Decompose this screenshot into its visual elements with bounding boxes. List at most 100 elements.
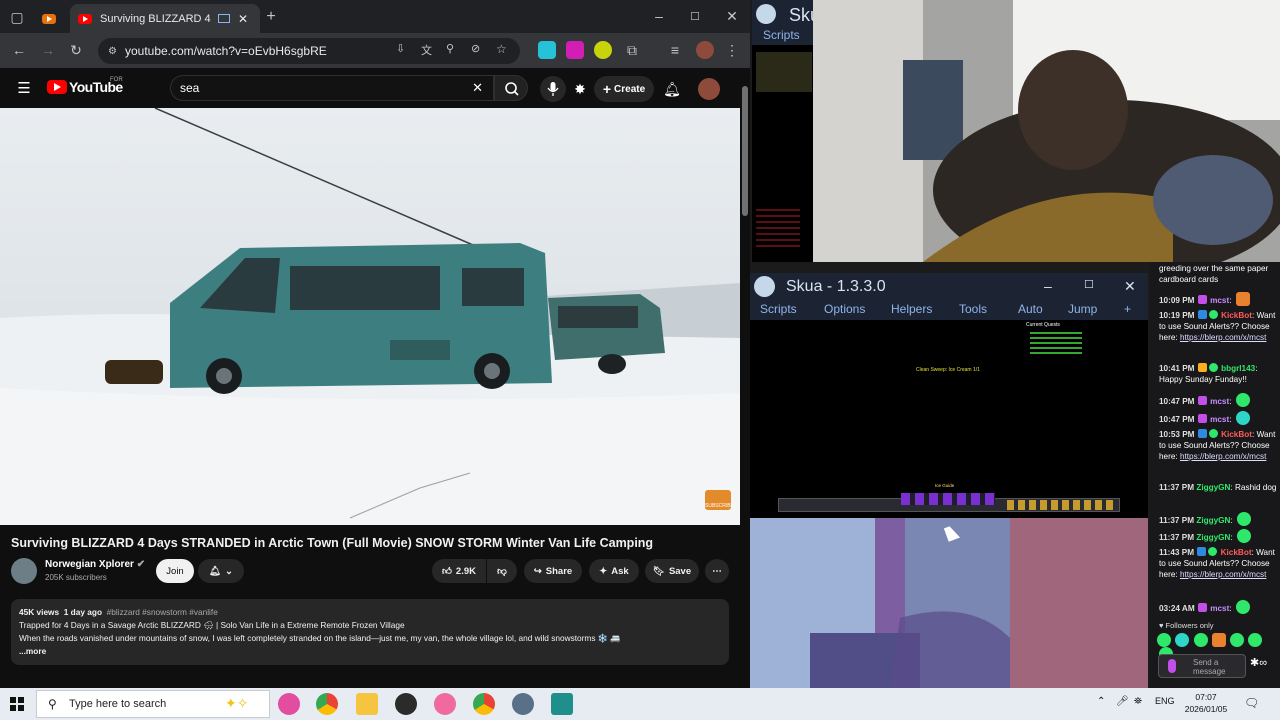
- skill-bar[interactable]: [901, 493, 995, 505]
- ai-sparkle-icon[interactable]: ✸: [571, 80, 589, 98]
- extension-1-icon[interactable]: [538, 41, 556, 59]
- profile-avatar[interactable]: [696, 41, 714, 59]
- scroll-thumb[interactable]: [742, 86, 748, 216]
- page-scrollbar[interactable]: [740, 68, 750, 688]
- item-bar[interactable]: [1007, 500, 1117, 510]
- emote-5-icon[interactable]: [1230, 633, 1245, 647]
- back-icon[interactable]: ←: [9, 41, 29, 59]
- like-button[interactable]: 👍︎ 2.9K: [432, 559, 486, 583]
- language-indicator[interactable]: ENG: [1155, 696, 1175, 706]
- obs-icon[interactable]: [395, 693, 417, 715]
- browser-menu-icon[interactable]: ⋮: [725, 41, 739, 59]
- active-tab[interactable]: Surviving BLIZZARD 4 Days ✕: [70, 4, 260, 33]
- hashtags[interactable]: #blizzard #snowstorm #vanlife: [107, 607, 218, 617]
- voice-search-button[interactable]: [540, 76, 566, 102]
- channel-avatar[interactable]: [11, 558, 37, 584]
- chat-username[interactable]: mcst: [1210, 397, 1229, 406]
- emote-2-icon[interactable]: [1175, 633, 1190, 647]
- forward-icon[interactable]: →: [38, 41, 58, 59]
- tray-network-icon[interactable]: ⛯: [1134, 696, 1142, 707]
- search-highlight-icon[interactable]: ✦✧: [225, 695, 248, 712]
- maximize-icon[interactable]: ☐: [686, 7, 704, 25]
- pinned-tab[interactable]: [34, 4, 64, 33]
- skua-menu-helpers[interactable]: Helpers: [891, 302, 932, 316]
- extensions-puzzle-icon[interactable]: ⧉: [623, 41, 641, 59]
- omnibox[interactable]: ⚙ youtube.com/watch?v=oEvbH6sgbRE ⇩ 文 ⚲ …: [98, 38, 520, 64]
- skua-mini-scripts-menu[interactable]: Scripts: [763, 28, 800, 42]
- taskbar-app-5-icon[interactable]: [434, 693, 456, 715]
- skua-menu-scripts[interactable]: Scripts: [760, 302, 797, 316]
- subscribe-watermark[interactable]: SUBSCRIBE: [705, 490, 734, 510]
- clear-search-icon[interactable]: ✕: [472, 80, 483, 96]
- emote-quick-bar[interactable]: [1157, 633, 1275, 661]
- skua-menu-add[interactable]: +: [1124, 302, 1131, 316]
- channel-name[interactable]: Norwegian Xplorer ✔: [45, 559, 145, 570]
- youtube-logo-icon[interactable]: [47, 80, 67, 94]
- translate-icon[interactable]: 文: [421, 42, 432, 58]
- chat-username[interactable]: KickBot: [1221, 430, 1252, 439]
- chrome-profile-icon[interactable]: [473, 693, 495, 715]
- reload-icon[interactable]: ↻: [66, 41, 86, 59]
- tab-search-icon[interactable]: ▢: [8, 9, 26, 25]
- video-player[interactable]: SUBSCRIBE: [0, 108, 740, 525]
- file-explorer-icon[interactable]: [356, 693, 378, 715]
- skua-menu-options[interactable]: Options: [824, 302, 865, 316]
- skua-close-icon[interactable]: ✕: [1124, 278, 1136, 295]
- chat-username[interactable]: KickBot: [1221, 311, 1252, 320]
- chat-username[interactable]: KickBot: [1221, 548, 1252, 557]
- extension-2-icon[interactable]: [566, 41, 584, 59]
- site-info-icon[interactable]: ⚙: [108, 46, 117, 57]
- chat-message-input[interactable]: Send a message: [1158, 654, 1246, 678]
- windows-start-icon[interactable]: [10, 697, 24, 711]
- emote-3-icon[interactable]: [1193, 633, 1208, 647]
- ask-button[interactable]: ✦ Ask: [589, 559, 639, 583]
- taskbar-app-8-icon[interactable]: [551, 693, 573, 715]
- chat-link[interactable]: https://blerp.com/x/mcst: [1180, 570, 1266, 579]
- chat-username[interactable]: ZiggyGN: [1196, 516, 1230, 525]
- media-playing-icon[interactable]: [218, 14, 230, 23]
- close-window-icon[interactable]: ✕: [723, 7, 741, 25]
- tray-mic-icon[interactable]: 🎤︎: [1116, 696, 1129, 707]
- emote-4-icon[interactable]: [1211, 633, 1226, 647]
- skua-maximize-icon[interactable]: ☐: [1084, 278, 1094, 291]
- notifications-icon[interactable]: 🗨︎: [1244, 696, 1259, 710]
- search-button[interactable]: [494, 75, 528, 101]
- game-hud-bar[interactable]: [778, 493, 1120, 512]
- clock[interactable]: 07:07 2026/01/05: [1178, 691, 1234, 715]
- chat-username[interactable]: mcst: [1210, 415, 1229, 424]
- chat-username[interactable]: mcst: [1210, 296, 1229, 305]
- more-actions-button[interactable]: ⋯: [705, 559, 729, 583]
- extension-3-icon[interactable]: [594, 41, 612, 59]
- chat-username[interactable]: ZiggyGN: [1196, 483, 1230, 492]
- taskbar-app-1-icon[interactable]: [278, 693, 300, 715]
- new-tab-icon[interactable]: +: [262, 8, 280, 26]
- chat-username[interactable]: ZiggyGN: [1196, 533, 1230, 542]
- skua-menu-auto[interactable]: Auto: [1018, 302, 1043, 316]
- emote-6-icon[interactable]: [1248, 633, 1263, 647]
- bookmark-star-icon[interactable]: ☆: [496, 42, 507, 56]
- create-button[interactable]: + Create: [594, 76, 654, 102]
- search-input[interactable]: sea ✕: [170, 75, 494, 101]
- save-button[interactable]: 🔖︎ Save: [645, 559, 699, 583]
- subscribed-bell-button[interactable]: 🔔︎ ⌄: [198, 559, 244, 583]
- join-button[interactable]: Join: [156, 559, 194, 583]
- dislike-button[interactable]: 👎︎: [487, 559, 517, 583]
- game-viewport[interactable]: Current Quests Clean Sweep: Ice Cream 1/…: [750, 320, 1148, 518]
- skua-menu-jump[interactable]: Jump: [1068, 302, 1097, 316]
- chat-link[interactable]: https://blerp.com/x/mcst: [1180, 452, 1266, 461]
- emote-1-icon[interactable]: [1157, 633, 1171, 647]
- notifications-bell-icon[interactable]: 🔔︎: [663, 80, 681, 98]
- hide-icon[interactable]: ⊘: [471, 42, 480, 55]
- minimize-icon[interactable]: –: [650, 7, 668, 25]
- taskbar-search-box[interactable]: ⚲ Type here to search ✦✧: [36, 690, 270, 718]
- description-box[interactable]: 45K views 1 day ago #blizzard #snowstorm…: [11, 599, 729, 665]
- chat-settings-icon[interactable]: ✱∞: [1250, 658, 1267, 669]
- chat-link[interactable]: https://blerp.com/x/mcst: [1180, 333, 1266, 342]
- zoom-icon[interactable]: ⚲: [446, 42, 454, 55]
- chat-username[interactable]: bbgrl143: [1221, 364, 1255, 373]
- chat-username[interactable]: mcst: [1210, 604, 1229, 613]
- install-app-icon[interactable]: ⇩: [396, 42, 405, 55]
- skua-menu-tools[interactable]: Tools: [959, 302, 987, 316]
- hamburger-menu-icon[interactable]: ☰: [15, 79, 33, 97]
- show-more-link[interactable]: ...more: [19, 645, 721, 658]
